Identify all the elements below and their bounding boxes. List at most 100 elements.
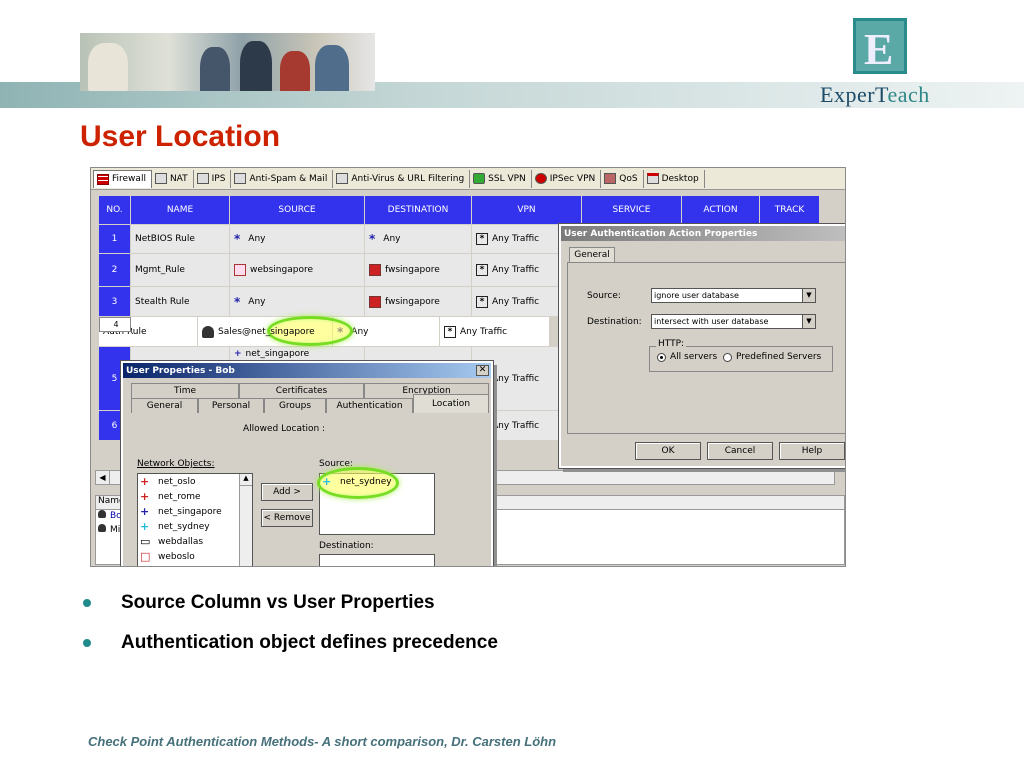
slide-footer: Check Point Authentication Methods- A sh… xyxy=(88,734,557,749)
destination-list[interactable] xyxy=(319,554,435,566)
ok-button[interactable]: OK xyxy=(635,442,701,460)
user-properties-dialog: User Properties - Bob ✕ Time Certificates… xyxy=(120,360,494,566)
rule-name[interactable]: Stealth Rule xyxy=(131,287,230,317)
rule-vpn[interactable]: *Any Traffic xyxy=(440,317,550,347)
close-icon[interactable]: ✕ xyxy=(476,365,489,376)
chevron-down-icon[interactable]: ▼ xyxy=(802,315,815,328)
table-row[interactable]: 3 Stealth Rule * Any fwsingapore * Any Tra… xyxy=(99,287,582,317)
rule-destination[interactable]: fwsingapore xyxy=(365,287,472,317)
rule-name[interactable]: NetBIOS Rule xyxy=(131,225,230,254)
user-auth-action-dialog: User Authentication Action Properties✕ G… xyxy=(558,223,845,469)
network-icon: + xyxy=(234,349,242,359)
radio-predefined-servers[interactable]: Predefined Servers xyxy=(723,352,821,362)
bullet-dot-icon xyxy=(83,639,91,647)
experteach-logo-mark: E xyxy=(853,18,907,74)
tab-authentication[interactable]: Authentication xyxy=(326,398,413,413)
col-header-vpn[interactable]: VPN xyxy=(472,196,582,224)
radio-all-servers[interactable]: All servers xyxy=(657,352,717,362)
user-icon xyxy=(98,524,106,532)
allowed-location-label: Allowed Location : xyxy=(243,424,326,434)
any-traffic-icon: * xyxy=(476,233,488,245)
rule-source[interactable]: websingapore xyxy=(230,254,365,287)
col-header-destination[interactable]: DESTINATION xyxy=(365,196,472,224)
nat-icon xyxy=(154,173,167,184)
gateway-icon xyxy=(369,295,381,308)
list-item[interactable]: ▭ webdallas xyxy=(138,534,252,549)
list-item[interactable]: + net_sydney xyxy=(320,474,434,489)
tab-general[interactable]: General xyxy=(131,398,198,413)
col-header-name[interactable]: NAME xyxy=(131,196,230,224)
rule-source[interactable]: * Any xyxy=(230,287,365,317)
list-item[interactable]: + net_oslo xyxy=(138,474,252,489)
user-group-icon xyxy=(202,325,214,338)
help-button[interactable]: Help xyxy=(779,442,845,460)
scroll-left-icon[interactable]: ◀ xyxy=(96,471,110,484)
source-select[interactable]: ignore user database ▼ xyxy=(651,288,816,303)
tab-general[interactable]: General xyxy=(569,247,615,262)
tab-ssl-vpn[interactable]: SSL VPN xyxy=(470,169,532,188)
destination-select[interactable]: intersect with user database ▼ xyxy=(651,314,816,329)
slide-title: User Location xyxy=(80,120,281,153)
col-header-no[interactable]: NO. xyxy=(99,196,131,224)
col-header-track[interactable]: TRACK xyxy=(760,196,820,224)
table-row[interactable]: 2 Mgmt_Rule websingapore fwsingapore * An… xyxy=(99,254,582,287)
firewall-icon xyxy=(97,173,109,185)
magnifier-icon xyxy=(336,173,349,184)
rule-number: 1 xyxy=(99,225,131,254)
source-list[interactable]: + net_sydney xyxy=(319,473,435,535)
ipsec-vpn-icon xyxy=(534,173,547,184)
tab-firewall[interactable]: Firewall xyxy=(93,169,152,188)
col-header-action[interactable]: ACTION xyxy=(682,196,760,224)
destination-label: Destination: xyxy=(319,541,374,551)
gateway-icon xyxy=(369,264,381,276)
tab-time[interactable]: Time xyxy=(131,383,239,398)
ssl-vpn-icon xyxy=(473,173,486,184)
add-button[interactable]: Add > xyxy=(261,483,313,501)
tab-ipsec-vpn[interactable]: IPSec VPN xyxy=(532,169,602,188)
network-icon: + xyxy=(322,475,332,488)
remove-button[interactable]: < Remove xyxy=(261,509,313,527)
tab-nat[interactable]: NAT xyxy=(152,169,194,188)
list-item[interactable]: + net_sydney xyxy=(138,519,252,534)
network-icon: + xyxy=(140,490,150,503)
rule-number: 2 xyxy=(99,254,131,287)
tab-location[interactable]: Location xyxy=(413,394,489,413)
tab-ips[interactable]: IPS xyxy=(194,169,232,188)
tab-desktop[interactable]: Desktop xyxy=(644,169,705,188)
col-header-source[interactable]: SOURCE xyxy=(230,196,365,224)
host-icon xyxy=(234,264,246,276)
any-traffic-icon: * xyxy=(476,264,488,276)
tab-qos[interactable]: QoS xyxy=(601,169,644,188)
grid-header-row: NO. NAME SOURCE DESTINATION VPN SERVICE … xyxy=(99,196,820,224)
bullet-list: Source Column vs User Properties Authent… xyxy=(80,583,498,663)
any-traffic-icon: * xyxy=(444,325,456,338)
tab-personal[interactable]: Personal xyxy=(198,398,264,413)
user-icon xyxy=(98,510,106,518)
rule-number: 4 xyxy=(99,317,131,332)
cancel-button[interactable]: Cancel xyxy=(707,442,773,460)
host-icon: □ xyxy=(140,550,151,563)
host-icon: ▭ xyxy=(140,535,151,548)
destination-label: Destination: xyxy=(587,317,642,327)
bullet-dot-icon xyxy=(83,599,91,607)
network-objects-list[interactable]: + net_oslo + net_rome + net_singapore + net_… xyxy=(137,473,253,566)
list-scrollbar[interactable]: ▲ xyxy=(239,474,252,566)
table-row[interactable]: 1 NetBIOS Rule * Any * Any * Any Traffic xyxy=(99,225,582,254)
dialog-title-bar: User Authentication Action Properties✕ xyxy=(561,226,845,241)
tab-certificates[interactable]: Certificates xyxy=(239,383,364,398)
scroll-up-icon[interactable]: ▲ xyxy=(240,474,252,486)
rule-destination[interactable]: fwsingapore xyxy=(365,254,472,287)
rule-source[interactable]: * Any xyxy=(230,225,365,254)
tab-anti-spam[interactable]: Anti-Spam & Mail xyxy=(231,169,334,188)
list-item[interactable]: □ weboslo xyxy=(138,549,252,564)
http-label: HTTP: xyxy=(656,339,687,349)
tab-groups[interactable]: Groups xyxy=(264,398,326,413)
list-item[interactable]: + net_rome xyxy=(138,489,252,504)
rule-name[interactable]: Mgmt_Rule xyxy=(131,254,230,287)
tab-anti-virus[interactable]: Anti-Virus & URL Filtering xyxy=(333,169,471,188)
rule-destination[interactable]: *Any xyxy=(365,225,472,254)
list-item[interactable]: + net_singapore xyxy=(138,504,252,519)
chevron-down-icon[interactable]: ▼ xyxy=(802,289,815,302)
col-header-service[interactable]: SERVICE xyxy=(582,196,682,224)
policy-toolbar: Firewall NAT IPS Anti-Spam & Mail Anti-V… xyxy=(91,168,845,190)
